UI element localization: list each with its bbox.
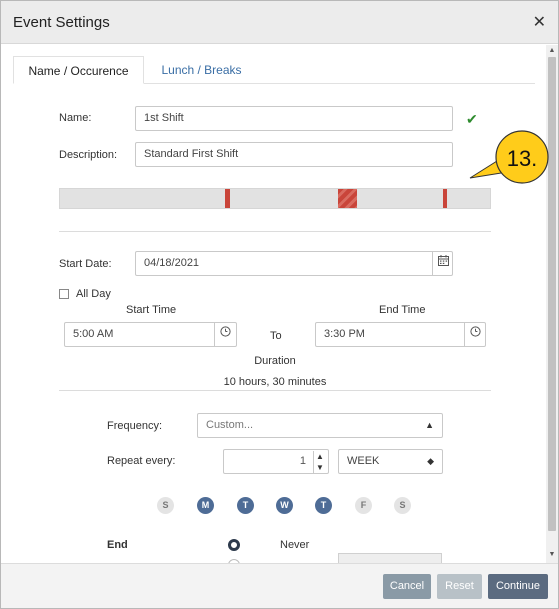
end-time-value: 3:30 PM [324,328,365,340]
end-label: End [107,539,128,551]
day-sunday[interactable]: S [157,497,174,514]
frequency-value: Custom... [206,419,254,431]
description-label: Description: [59,149,118,161]
scrollbar[interactable]: ▲ ▼ [546,45,558,563]
divider [59,231,491,232]
frequency-label: Frequency: [107,420,163,432]
stepper-down-icon[interactable]: ▼ [313,462,326,473]
repeat-value: 1 [299,455,306,467]
name-input[interactable]: 1st Shift [135,106,453,131]
end-time-input[interactable]: 3:30 PM [315,322,486,347]
repeat-stepper[interactable]: 1 ▲ ▼ [223,449,329,474]
repeat-unit-value: WEEK [347,455,380,467]
frequency-select[interactable]: Custom... ▲ [197,413,443,438]
day-tuesday[interactable]: T [237,497,254,514]
dialog-footer: Cancel Reset Continue [1,563,558,608]
divider [59,390,491,391]
day-monday[interactable]: M [197,497,214,514]
timeline-segment[interactable] [225,189,230,208]
clock-icon[interactable] [464,322,486,347]
dialog-content: Name / Occurence Lunch / Breaks Name: 1s… [1,45,546,563]
day-friday[interactable]: F [355,497,372,514]
clock-icon[interactable] [214,322,236,347]
repeat-label: Repeat every: [107,455,176,467]
timeline-segment[interactable] [338,189,357,208]
checkmark-icon: ✔ [466,111,478,127]
day-saturday[interactable]: S [394,497,411,514]
tab-name-occurence[interactable]: Name / Occurence [13,56,144,84]
all-day-label: All Day [76,288,111,300]
dialog-title: Event Settings [13,14,110,31]
start-date-value: 04/18/2021 [144,257,200,269]
caret-updown-icon: ▲ [425,420,434,430]
scroll-down-icon[interactable]: ▼ [548,551,556,559]
start-time-label: Start Time [126,304,177,316]
all-day-checkbox[interactable] [59,289,69,299]
start-time-value: 5:00 AM [73,328,114,340]
start-date-label: Start Date: [59,258,112,270]
description-input[interactable]: Standard First Shift [135,142,453,167]
dialog-header: Event Settings ✕ [1,1,558,44]
day-wednesday[interactable]: W [276,497,293,514]
never-label: Never [280,539,310,551]
end-time-label: End Time [379,304,426,316]
calendar-icon[interactable] [432,251,453,276]
scroll-up-icon[interactable]: ▲ [548,47,556,55]
caret-updown-icon: ◆ [427,456,434,466]
name-label: Name: [59,112,92,124]
repeat-unit-select[interactable]: WEEK ◆ [338,449,443,474]
start-time-input[interactable]: 5:00 AM [64,322,237,347]
reset-button[interactable]: Reset [437,574,482,599]
duration-value: 10 hours, 30 minutes [223,376,327,388]
day-thursday[interactable]: T [315,497,332,514]
continue-button[interactable]: Continue [488,574,548,599]
cancel-button[interactable]: Cancel [383,574,431,599]
end-date-select[interactable] [338,553,442,563]
event-settings-dialog: Event Settings ✕ Name / Occurence Lunch … [0,0,559,609]
start-date-input[interactable]: 04/18/2021 [135,251,453,276]
scrollbar-thumb[interactable] [548,57,556,531]
duration-label: Duration [254,355,296,367]
close-icon[interactable]: ✕ [533,12,546,32]
timeline-segment[interactable] [443,189,447,208]
end-never-radio[interactable] [228,539,240,551]
tab-bar: Name / Occurence Lunch / Breaks [13,56,535,84]
to-label: To [270,330,282,342]
tab-lunch-breaks[interactable]: Lunch / Breaks [144,56,259,84]
shift-timeline[interactable] [59,188,491,209]
stepper-up-icon[interactable]: ▲ [313,451,326,462]
